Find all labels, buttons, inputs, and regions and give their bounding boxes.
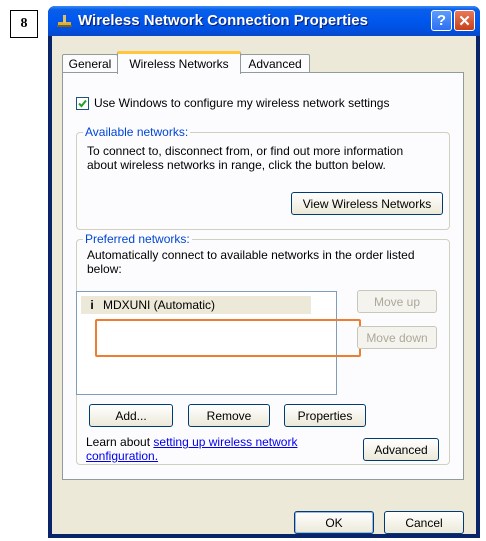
step-number-badge: 8 [10,10,38,38]
network-name: MDXUNI (Automatic) [103,298,216,312]
available-networks-line1: To connect to, disconnect from, or find … [87,144,404,158]
setup-wireless-link[interactable]: setting up wireless network [153,435,297,449]
help-button[interactable]: ? [431,10,452,31]
tab-wireless-networks[interactable]: Wireless Networks [117,51,241,74]
tab-advanced[interactable]: Advanced [240,54,310,73]
ok-button[interactable]: OK [294,511,374,534]
highlight-callout-box [95,319,361,357]
available-networks-group: Available networks: To connect to, disco… [76,125,450,230]
wireless-networks-panel: Use Windows to configure my wireless net… [62,72,464,480]
preferred-networks-description: Automatically connect to available netwo… [87,248,415,276]
learn-about-prefix: Learn about [86,435,154,449]
available-networks-line2: about wireless networks in range, click … [87,158,386,172]
preferred-networks-line1: Automatically connect to available netwo… [87,248,415,262]
preferred-networks-line2: below: [87,262,122,276]
dialog-client-area: General Wireless Networks Advanced Use W… [52,36,476,534]
preferred-networks-title: Preferred networks: [83,232,192,246]
setup-wireless-link-continued[interactable]: configuration. [86,449,158,463]
network-connection-icon [57,15,72,27]
properties-dialog: Wireless Network Connection Properties ?… [48,6,480,538]
move-down-button[interactable]: Move down [357,326,437,349]
advanced-button[interactable]: Advanced [363,438,439,461]
title-bar[interactable]: Wireless Network Connection Properties ?… [48,6,480,36]
view-wireless-networks-button[interactable]: View Wireless Networks [291,192,443,215]
use-windows-checkbox-label[interactable]: Use Windows to configure my wireless net… [94,96,389,110]
list-item[interactable]: i MDXUNI (Automatic) [81,296,311,314]
checkmark-icon [78,99,87,107]
close-icon: ✕ [458,12,471,30]
available-networks-description: To connect to, disconnect from, or find … [87,144,403,172]
properties-button[interactable]: Properties [284,404,366,427]
add-button[interactable]: Add... [89,404,173,427]
tab-general[interactable]: General [62,54,118,73]
move-up-button[interactable]: Move up [357,290,437,313]
close-button[interactable]: ✕ [454,10,475,31]
available-networks-title: Available networks: [83,125,191,139]
antenna-icon: i [90,298,94,312]
learn-about-text: Learn about setting up wireless network … [86,435,297,463]
help-icon: ? [436,12,447,29]
use-windows-checkbox[interactable] [76,96,89,110]
remove-button[interactable]: Remove [188,404,270,427]
dialog-title: Wireless Network Connection Properties [78,12,368,29]
cancel-button[interactable]: Cancel [384,511,464,534]
use-windows-checkbox-row[interactable]: Use Windows to configure my wireless net… [76,96,389,110]
